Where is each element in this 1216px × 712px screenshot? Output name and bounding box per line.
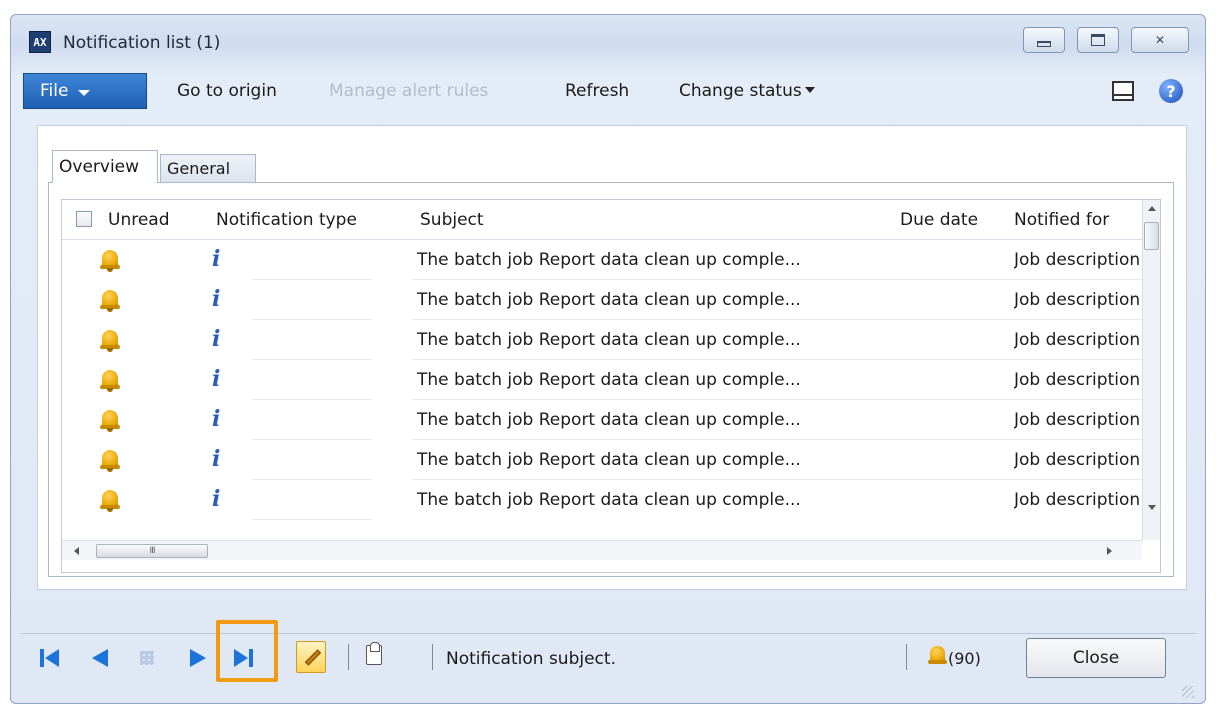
subject-cell: The batch job Report data clean up compl… [417, 490, 801, 510]
table-row[interactable]: i The batch job Report data clean up com… [62, 400, 1142, 440]
tab-overview[interactable]: Overview [52, 150, 158, 183]
select-all-checkbox[interactable] [76, 211, 92, 227]
tab-body-overview: Unread Notification type Subject Due dat… [48, 182, 1174, 577]
table-row[interactable]: i The batch job Report data clean up com… [62, 480, 1142, 520]
dropdown-arrow-icon [804, 86, 815, 93]
table-row[interactable]: i The batch job Report data clean up com… [62, 240, 1142, 280]
subject-cell: The batch job Report data clean up compl… [417, 410, 801, 430]
table-row[interactable]: i The batch job Report data clean up com… [62, 280, 1142, 320]
close-icon: ✕ [1154, 33, 1166, 47]
table-row[interactable]: i The batch job Report data clean up com… [62, 360, 1142, 400]
close-button[interactable]: Close [1026, 638, 1166, 678]
notified-for-cell: Job description [1014, 410, 1141, 430]
first-record-icon[interactable] [40, 648, 62, 668]
bell-icon [100, 250, 120, 272]
title-bar: AX Notification list (1) ✕ [11, 15, 1205, 71]
last-record-icon[interactable] [234, 648, 256, 668]
grid-header: Unread Notification type Subject Due dat… [62, 200, 1142, 240]
minimize-icon [1037, 41, 1051, 47]
scroll-left-icon[interactable] [74, 547, 79, 555]
bell-icon [100, 410, 120, 432]
edit-button[interactable] [296, 641, 326, 673]
vertical-scrollbar[interactable] [1142, 200, 1160, 540]
window-title: Notification list (1) [63, 33, 221, 53]
scroll-right-icon[interactable] [1107, 547, 1112, 555]
table-row[interactable]: i The batch job Report data clean up com… [62, 440, 1142, 480]
content-panel: Overview General Unread Notification typ… [37, 125, 1187, 590]
scroll-up-icon[interactable] [1148, 206, 1156, 211]
status-message: Notification subject. [446, 649, 616, 669]
subject-cell: The batch job Report data clean up compl… [417, 330, 801, 350]
resize-grip-icon[interactable] [1182, 686, 1194, 698]
info-icon: i [212, 326, 221, 352]
tab-general[interactable]: General [160, 154, 256, 182]
go-to-origin-button[interactable]: Go to origin [177, 81, 277, 101]
info-icon: i [212, 406, 221, 432]
notified-for-cell: Job description [1014, 490, 1141, 510]
column-header-notification-type[interactable]: Notification type [216, 210, 357, 230]
bell-icon [100, 290, 120, 312]
help-icon[interactable]: ? [1159, 79, 1183, 103]
bell-icon [100, 490, 120, 512]
pencil-icon [304, 649, 322, 666]
attachment-icon[interactable] [366, 642, 382, 665]
bell-icon [100, 370, 120, 392]
horizontal-scrollbar[interactable]: III [62, 540, 1142, 560]
bell-icon[interactable] [928, 646, 948, 668]
bell-icon [100, 330, 120, 352]
change-status-label: Change status [679, 81, 802, 101]
maximize-button[interactable] [1077, 27, 1119, 53]
action-pane: File Go to origin Manage alert rules Ref… [11, 71, 1205, 111]
notification-list-window: AX Notification list (1) ✕ File Go to or… [10, 14, 1206, 704]
manage-alert-rules-button[interactable]: Manage alert rules [329, 81, 488, 101]
window-close-button[interactable]: ✕ [1131, 27, 1189, 53]
divider [906, 644, 907, 670]
file-menu-label: File [40, 81, 69, 101]
divider [432, 644, 433, 670]
layout-icon[interactable] [1112, 81, 1134, 101]
subject-cell: The batch job Report data clean up compl… [417, 450, 801, 470]
info-icon: i [212, 366, 221, 392]
column-header-due-date[interactable]: Due date [900, 210, 978, 230]
change-status-button[interactable]: Change status [679, 81, 815, 101]
bell-icon [100, 450, 120, 472]
next-record-icon[interactable] [190, 648, 208, 668]
info-icon: i [212, 446, 221, 472]
column-header-unread[interactable]: Unread [108, 210, 170, 230]
subject-cell: The batch job Report data clean up compl… [417, 250, 801, 270]
scroll-down-icon[interactable] [1148, 505, 1156, 510]
refresh-button[interactable]: Refresh [565, 81, 629, 101]
chevron-down-icon [78, 89, 91, 96]
subject-cell: The batch job Report data clean up compl… [417, 290, 801, 310]
notified-for-cell: Job description [1014, 450, 1141, 470]
previous-record-icon[interactable] [92, 648, 110, 668]
notified-for-cell: Job description [1014, 250, 1141, 270]
column-header-subject[interactable]: Subject [420, 210, 484, 230]
maximize-icon [1091, 34, 1105, 46]
app-icon: AX [29, 31, 51, 53]
divider [348, 644, 349, 670]
grid-view-icon[interactable] [140, 651, 154, 665]
vertical-scroll-thumb[interactable] [1144, 222, 1159, 250]
notified-for-cell: Job description [1014, 330, 1141, 350]
column-header-notified-for[interactable]: Notified for [1014, 210, 1132, 230]
notification-grid: Unread Notification type Subject Due dat… [61, 199, 1161, 573]
notification-count: (90) [948, 649, 981, 668]
table-row[interactable]: i The batch job Report data clean up com… [62, 320, 1142, 360]
subject-cell: The batch job Report data clean up compl… [417, 370, 801, 390]
notified-for-cell: Job description [1014, 370, 1141, 390]
minimize-button[interactable] [1023, 27, 1065, 53]
info-icon: i [212, 246, 221, 272]
info-icon: i [212, 486, 221, 512]
horizontal-scroll-thumb[interactable]: III [96, 544, 208, 558]
divider [21, 633, 1197, 634]
notified-for-cell: Job description [1014, 290, 1141, 310]
info-icon: i [212, 286, 221, 312]
file-menu-button[interactable]: File [23, 73, 147, 109]
